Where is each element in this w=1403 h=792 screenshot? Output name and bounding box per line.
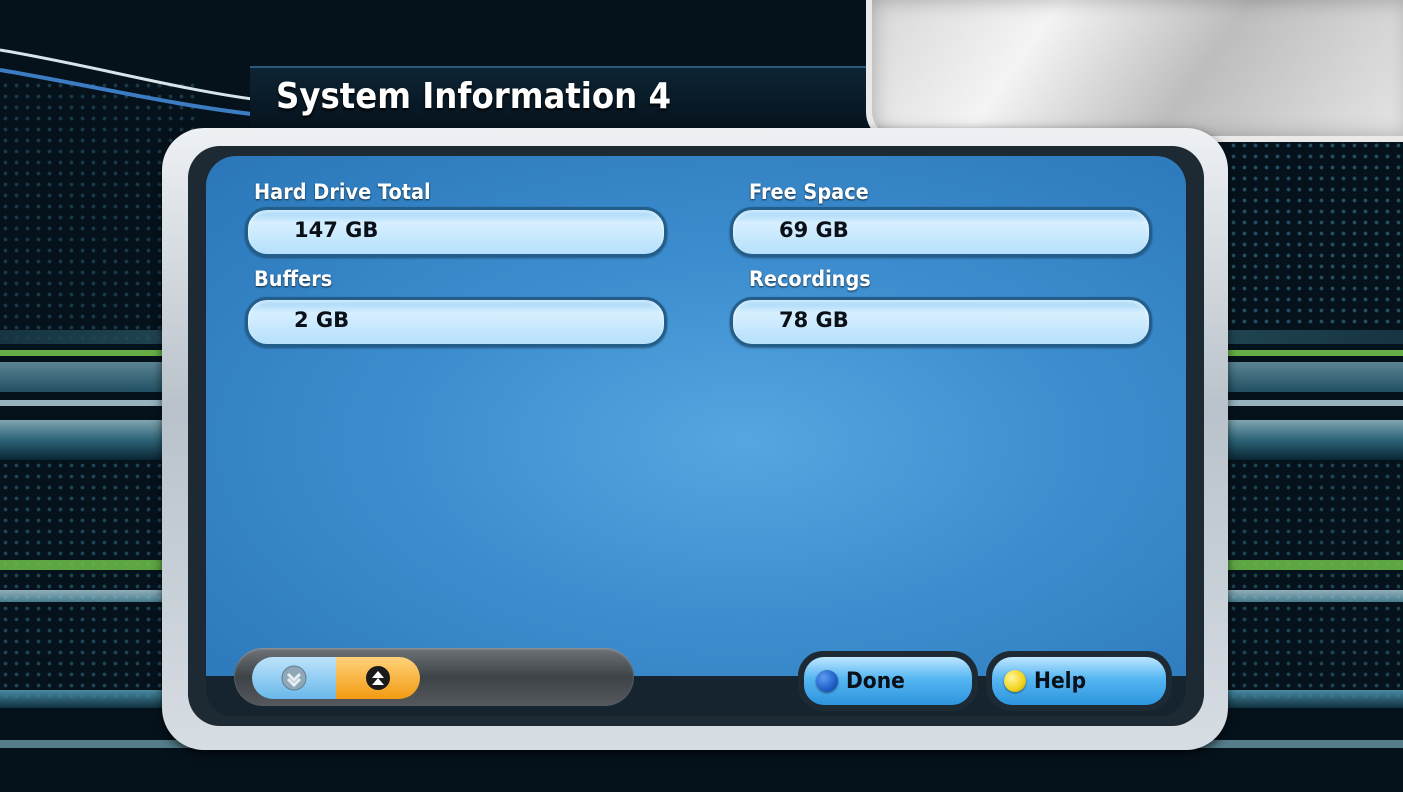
page-up-icon xyxy=(366,666,390,690)
free-space-field: 69 GB xyxy=(730,207,1152,257)
help-button-label: Help xyxy=(1034,668,1087,694)
page-down-button[interactable] xyxy=(252,657,336,699)
buffers-value: 2 GB xyxy=(294,308,350,332)
hard-drive-total-field: 147 GB xyxy=(245,207,667,257)
page-up-button[interactable] xyxy=(336,657,420,699)
free-space-value: 69 GB xyxy=(779,218,849,242)
video-preview-window xyxy=(866,0,1403,142)
buffers-label: Buffers xyxy=(254,267,333,291)
yellow-dot-icon xyxy=(1004,670,1026,692)
recordings-label: Recordings xyxy=(749,267,871,291)
blue-dot-icon xyxy=(816,670,838,692)
done-button[interactable]: Done xyxy=(798,651,978,711)
buffers-field: 2 GB xyxy=(245,297,667,347)
background-dot-pattern-right-lower xyxy=(1228,460,1403,700)
page-title: System Information 4 xyxy=(276,76,672,117)
free-space-label: Free Space xyxy=(749,180,869,204)
background-dot-pattern-right xyxy=(1228,140,1403,330)
hard-drive-total-value: 147 GB xyxy=(294,218,379,242)
help-button-face: Help xyxy=(992,657,1166,705)
recordings-value: 78 GB xyxy=(779,308,849,332)
done-button-face: Done xyxy=(804,657,972,705)
recordings-field: 78 GB xyxy=(730,297,1152,347)
help-button[interactable]: Help xyxy=(986,651,1172,711)
page-down-icon xyxy=(281,665,307,691)
hard-drive-total-label: Hard Drive Total xyxy=(254,180,431,204)
done-button-label: Done xyxy=(846,668,905,694)
